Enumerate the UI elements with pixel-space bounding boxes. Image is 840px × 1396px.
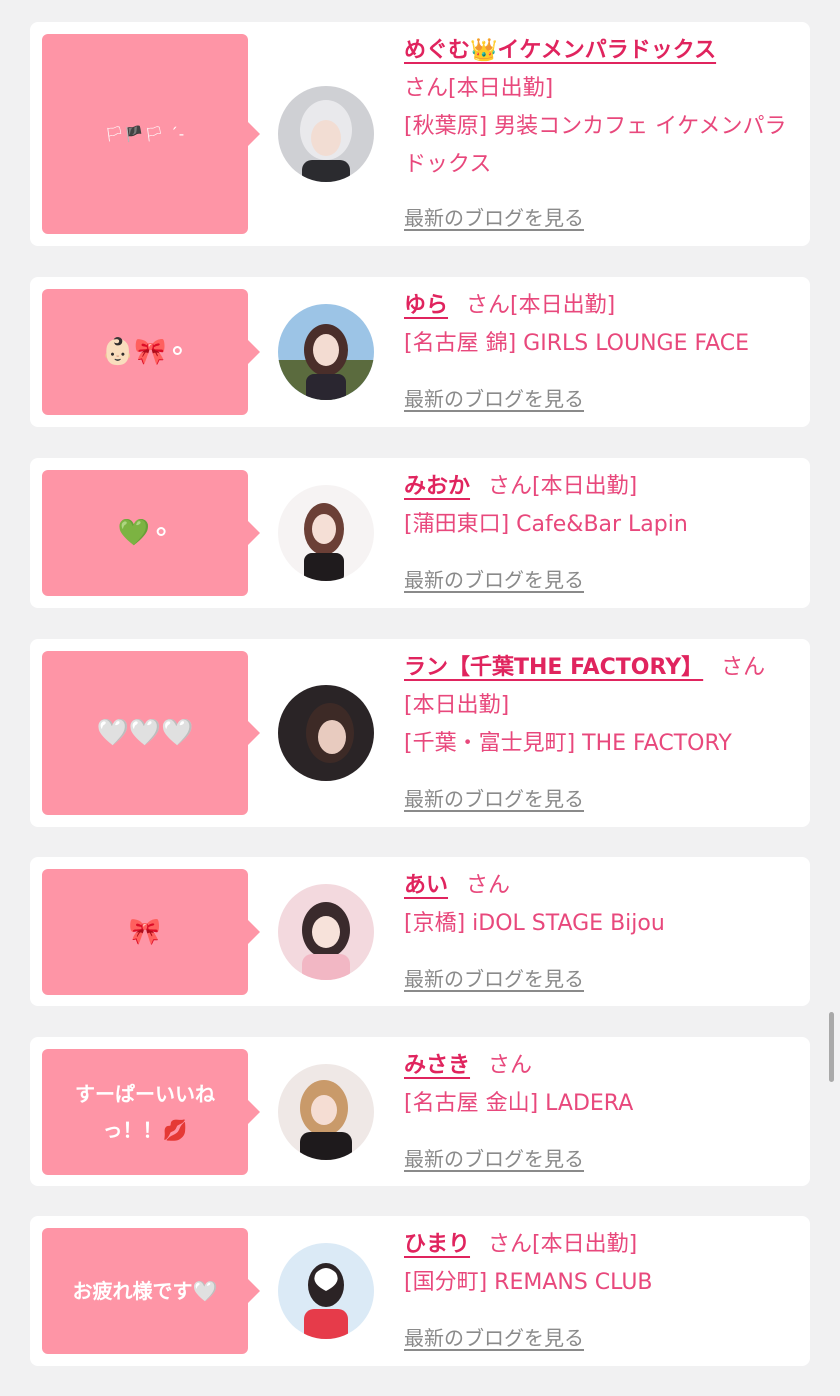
avatar[interactable] [278,1064,374,1160]
status-badge: [本日出勤] [532,1232,638,1257]
entry-info: みおか さん[本日出勤] [蒲田東口] Cafe&Bar Lapin [404,468,804,544]
honorific: さん [488,1053,533,1078]
entry-info: ひまり さん[本日出勤] [国分町] REMANS CLUB [404,1226,804,1302]
latest-blog-link[interactable]: 最新のブログを見る [404,1143,584,1172]
avatar-photo [278,485,374,581]
avatar[interactable] [278,685,374,781]
avatar[interactable] [278,86,374,182]
shop-label: [名古屋 金山] LADERA [404,1091,634,1116]
shop-label: [千葉・富士見町] THE FACTORY [404,731,732,756]
message-bubble: 🤍🤍🤍 [42,651,260,815]
message-bubble: 💚⚬ [42,470,260,596]
status-badge: [本日出勤] [448,76,554,101]
honorific: さん [404,76,449,101]
list-item: 💚⚬ みおか さん[本日出勤] [蒲田東口] Cafe&Bar Lapin 最新の… [30,458,810,608]
user-name-link[interactable]: みおか [404,474,470,499]
honorific: さん [466,293,511,318]
message-bubble: 🏳🏴🏳 ˊ- [42,34,260,234]
message-bubble: すーぱーいいねっ！！💋 [42,1049,260,1175]
status-badge: [本日出勤] [404,693,510,718]
avatar-photo [278,304,374,400]
list-item: 🏳🏴🏳 ˊ- めぐむ👑イケメンパラドックス さん[本日出勤] [秋葉原] 男装コ… [30,22,810,246]
avatar[interactable] [278,1243,374,1339]
list-item: 🤍🤍🤍 ラン【千葉THE FACTORY】 さん [本日出勤] [千葉・富士見町]… [30,639,810,827]
user-name-link[interactable]: ゆら [404,293,448,318]
entry-info: みさき さん [名古屋 金山] LADERA [404,1047,804,1123]
latest-blog-link[interactable]: 最新のブログを見る [404,963,584,992]
avatar[interactable] [278,884,374,980]
latest-blog-link[interactable]: 最新のブログを見る [404,783,584,812]
shop-label: [秋葉原] 男装コンカフェ イケメンパラドックス [404,114,787,177]
avatar-photo [278,884,374,980]
shop-label: [名古屋 錦] GIRLS LOUNGE FACE [404,331,750,356]
latest-blog-link[interactable]: 最新のブログを見る [404,564,584,593]
entry-info: ゆら さん[本日出勤] [名古屋 錦] GIRLS LOUNGE FACE [404,287,804,363]
entry-info: めぐむ👑イケメンパラドックス さん[本日出勤] [秋葉原] 男装コンカフェ イケ… [404,32,804,184]
shop-label: [蒲田東口] Cafe&Bar Lapin [404,512,688,537]
status-badge: [本日出勤] [510,293,616,318]
list-item: お疲れ様です🤍 ひまり さん[本日出勤] [国分町] REMANS CLUB 最新… [30,1216,810,1366]
entry-info: あい さん [京橋] iDOL STAGE Bijou [404,867,804,943]
user-name-link[interactable]: みさき [404,1053,470,1078]
shop-label: [国分町] REMANS CLUB [404,1270,653,1295]
avatar[interactable] [278,304,374,400]
honorific: さん [488,1232,533,1257]
list-item: 👶🏻🎀⚬ ゆら さん[本日出勤] [名古屋 錦] GIRLS LOUNGE FAC… [30,277,810,427]
latest-blog-link[interactable]: 最新のブログを見る [404,202,584,231]
scrollbar[interactable] [829,1012,834,1082]
avatar-photo [278,685,374,781]
honorific: さん [488,474,533,499]
status-badge: [本日出勤] [532,474,638,499]
latest-blog-link[interactable]: 最新のブログを見る [404,383,584,412]
message-bubble: 🎀 [42,869,260,995]
avatar-photo [278,1243,374,1339]
shop-label: [京橋] iDOL STAGE Bijou [404,911,665,936]
message-bubble: お疲れ様です🤍 [42,1228,260,1354]
list-item: 🎀 あい さん [京橋] iDOL STAGE Bijou 最新のブログを見る [30,857,810,1006]
message-bubble: 👶🏻🎀⚬ [42,289,260,415]
user-name-link[interactable]: ひまり [404,1232,470,1257]
entry-info: ラン【千葉THE FACTORY】 さん [本日出勤] [千葉・富士見町] THE… [404,649,804,763]
avatar[interactable] [278,485,374,581]
honorific: さん [721,655,766,680]
user-name-link[interactable]: あい [404,873,448,898]
list-item: すーぱーいいねっ！！💋 みさき さん [名古屋 金山] LADERA 最新のブログ… [30,1037,810,1186]
honorific: さん [466,873,511,898]
latest-blog-link[interactable]: 最新のブログを見る [404,1322,584,1351]
user-name-link[interactable]: めぐむ👑イケメンパラドックス [404,38,716,63]
user-name-link[interactable]: ラン【千葉THE FACTORY】 [404,655,703,680]
avatar-photo [278,86,374,182]
avatar-photo [278,1064,374,1160]
